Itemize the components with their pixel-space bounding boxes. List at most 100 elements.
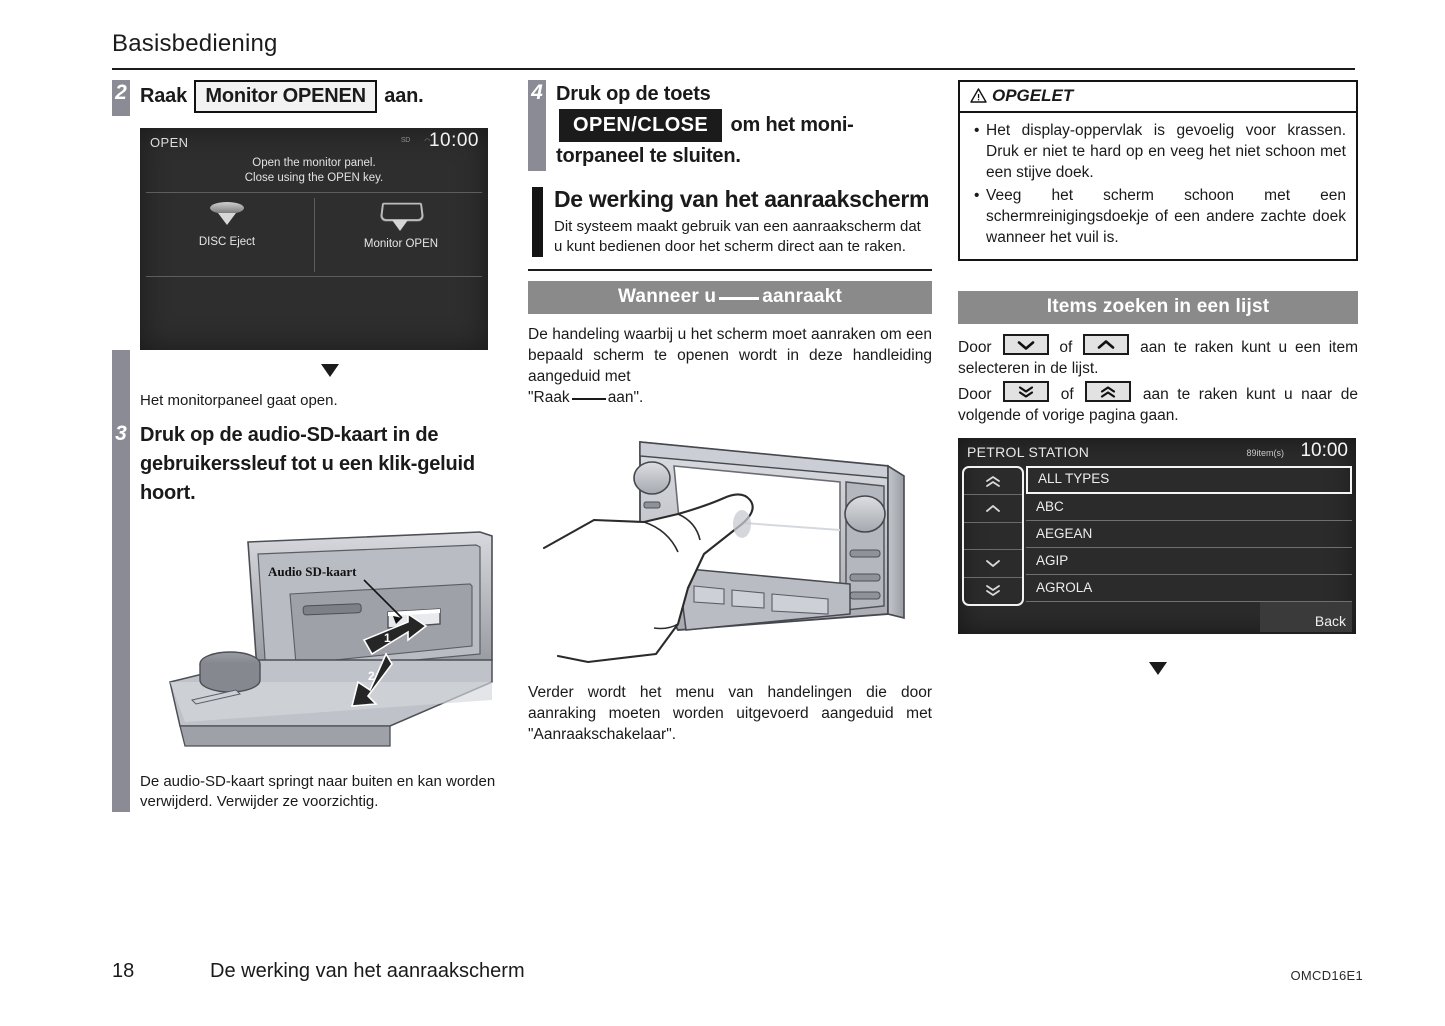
open-screen-divider-top: [146, 192, 482, 193]
footer-page-number: 18: [112, 960, 135, 982]
audio-sd-card-illustration: Audio SD-kaart 1 2: [169, 531, 493, 747]
page-header-title: Basisbediening: [112, 30, 278, 57]
open-screen-statusbar: OPEN SD ◠ 10:00: [140, 128, 488, 158]
step-3-heading: Druk op de audio-SD-kaart in de gebruike…: [140, 424, 475, 504]
step-3-bar-lower: [112, 508, 130, 812]
page-up-button[interactable]: [964, 468, 1022, 496]
monitor-open-label: Monitor OPEN: [363, 238, 439, 250]
band-blank-underline: [719, 297, 760, 300]
hand-touching-screen-illustration: [542, 441, 905, 664]
step-4-line2: om het moni-: [730, 114, 854, 136]
scroll-spacer: [964, 523, 1022, 551]
sd-card-caption: De audio-SD-kaart springt naar buiten en…: [140, 773, 496, 810]
step-2-bar-lower: [112, 350, 130, 411]
list-instruction-2-b: of: [1060, 386, 1074, 403]
step-4-number: 4: [531, 81, 543, 104]
disc-eject-icon: [206, 202, 248, 232]
quote-after: aan".: [607, 389, 644, 406]
sd-card-illustration-block: Audio SD-kaart 1 2 De audio-SD-kaart spr…: [112, 508, 520, 812]
band-text-before: Wanneer u: [618, 286, 717, 307]
list-item[interactable]: AGROLA: [1026, 575, 1352, 602]
chevron-up-icon[interactable]: [1083, 334, 1130, 355]
list-item[interactable]: ABC: [1026, 494, 1352, 521]
list-instruction-1-b: of: [1059, 339, 1073, 356]
monitor-open-icon: [378, 202, 425, 234]
bullet-icon: •: [974, 187, 980, 204]
manual-page: Basisbediening 2 Raak Monitor OPENEN aan…: [0, 0, 1445, 1026]
touch-description-quote: "Raak aan".: [528, 387, 932, 408]
step-2-continuation: Het monitorpaneel gaat open.: [112, 350, 520, 411]
touchscreen-section: De werking van het aanraakscherm Dit sys…: [528, 185, 932, 257]
step-2-heading: Raak Monitor OPENEN aan.: [140, 80, 520, 113]
back-button[interactable]: Back: [1315, 613, 1346, 629]
band-text-after: aanraakt: [762, 286, 842, 307]
caution-header: OPGELET: [960, 82, 1356, 113]
caution-item: • Veeg het scherm schoon met een schermr…: [974, 185, 1346, 248]
open-screen-divider-bottom: [146, 276, 482, 277]
caution-box: OPGELET • Het display-oppervlak is gevoe…: [958, 80, 1358, 261]
caution-title: OPGELET: [992, 86, 1074, 105]
list-instruction-2: Door of aan te raken kunt u naar de volg…: [958, 381, 1358, 426]
column-middle: 4 Druk op de toets OPEN/CLOSE om het mon…: [528, 80, 932, 745]
open-close-key[interactable]: OPEN/CLOSE: [559, 109, 723, 142]
caution-item-text: Veeg het scherm schoon met een schermrei…: [986, 187, 1346, 246]
open-screen-title: OPEN: [150, 135, 189, 150]
footer-document-code: OMCD16E1: [1290, 968, 1363, 983]
open-screen-message-line1: Open the monitor panel.: [252, 157, 376, 169]
flow-arrow-down-icon: [321, 364, 339, 377]
section-accent-bar: [532, 187, 543, 257]
flow-arrow-down-icon: [1149, 662, 1167, 675]
disc-eject-button[interactable]: DISC Eject: [140, 202, 314, 248]
step-2-text-before: Raak: [140, 85, 188, 107]
open-screen-screenshot: OPEN SD ◠ 10:00 Open the monitor panel. …: [140, 128, 488, 350]
double-chevron-down-icon[interactable]: [1003, 381, 1050, 402]
step-2: 2 Raak Monitor OPENEN aan.: [112, 80, 520, 116]
caution-body: • Het display-oppervlak is gevoelig voor…: [960, 113, 1356, 259]
open-screen-clock: 10:00: [428, 130, 479, 151]
step-4-line1: Druk op de toets: [556, 83, 711, 105]
section-body: Dit systeem maakt gebruik van een aanraa…: [554, 218, 921, 255]
list-screen-clock: 10:00: [1300, 440, 1348, 461]
scroll-down-button[interactable]: [964, 550, 1022, 578]
step-4-heading: Druk op de toets OPEN/CLOSE om het moni-…: [556, 80, 932, 171]
disc-eject-label: DISC Eject: [198, 236, 256, 248]
audio-sd-card-callout-label: Audio SD-kaart: [268, 564, 357, 579]
quote-before: "Raak: [528, 389, 570, 406]
monitor-openen-button[interactable]: Monitor OPENEN: [194, 80, 377, 113]
chevron-down-icon[interactable]: [1002, 334, 1049, 355]
open-screen-message-line2: Close using the OPEN key.: [244, 172, 384, 184]
list-scroll-sidebar: [962, 466, 1024, 606]
list-item[interactable]: AEGEAN: [1026, 521, 1352, 548]
scroll-up-button[interactable]: [964, 495, 1022, 523]
list-item[interactable]: ALL TYPES: [1026, 466, 1352, 494]
list-screen-title: PETROL STATION: [967, 444, 1090, 460]
header-divider: [112, 68, 1355, 70]
step-2-text-after: aan.: [384, 85, 424, 107]
warning-triangle-icon: [970, 88, 987, 103]
list-instruction-1: Door of aan te raken kunt u een item sel…: [958, 334, 1358, 379]
section-divider: [528, 269, 932, 271]
petrol-station-screenshot: PETROL STATION 89item(s) 10:00 ALL TYPES…: [958, 438, 1356, 634]
step-2-number: 2: [115, 81, 127, 104]
double-chevron-up-icon[interactable]: [1085, 381, 1132, 402]
monitor-open-button[interactable]: Monitor OPEN: [314, 202, 488, 250]
step-2-result-text: Het monitorpaneel gaat open.: [140, 392, 338, 409]
quote-blank-underline: [571, 398, 606, 400]
list-rows: ALL TYPES ABC AEGEAN AGIP AGROLA: [1026, 466, 1352, 602]
page-down-button[interactable]: [964, 578, 1022, 604]
callout-number-2: 2: [368, 669, 375, 683]
step-3-number: 3: [115, 422, 127, 445]
step-4-line3: torpaneel te sluiten.: [556, 145, 741, 167]
list-item[interactable]: AGIP: [1026, 548, 1352, 575]
sd-card-icon: SD: [400, 137, 410, 144]
list-instruction-1-a: Door: [958, 339, 992, 356]
callout-number-1: 1: [384, 631, 391, 645]
footer-section-title: De werking van het aanraakscherm: [210, 960, 525, 982]
column-left: 2 Raak Monitor OPENEN aan. OPEN SD ◠ 10:…: [112, 80, 520, 812]
touch-description-text: De handeling waarbij u het scherm moet a…: [528, 326, 932, 385]
touch-description: De handeling waarbij u het scherm moet a…: [528, 324, 932, 387]
section-title: De werking van het aanraakscherm: [554, 186, 930, 212]
caution-item-text: Het display-oppervlak is gevoelig voor k…: [986, 122, 1346, 181]
list-instruction-2-a: Door: [958, 386, 992, 403]
touch-menu-description: Verder wordt het menu van handelingen di…: [528, 684, 932, 743]
